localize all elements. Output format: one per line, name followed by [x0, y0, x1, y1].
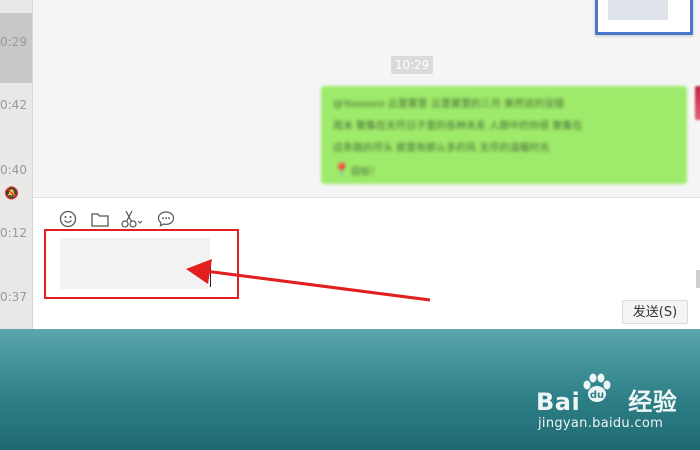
baidu-logo-text: Bai: [536, 388, 581, 416]
avatar[interactable]: [695, 86, 700, 120]
scissors-icon[interactable]: [121, 208, 143, 230]
pin-icon: 📍: [333, 163, 351, 179]
chat-time: 0:42: [0, 98, 27, 112]
chat-time: 0:37: [0, 290, 27, 304]
bubble-line: 目标！: [350, 167, 381, 178]
svg-text:du: du: [590, 390, 604, 401]
chat-list-sidebar: 0:29 0:42 0:40 🔕 0:12 0:37: [0, 0, 33, 329]
chat-bubble-icon[interactable]: [155, 208, 177, 230]
folder-icon[interactable]: [89, 208, 111, 230]
chat-time: 0:29: [0, 35, 27, 49]
image-message[interactable]: [595, 0, 693, 35]
baidu-logo-jingyan: 经验: [628, 388, 678, 416]
emoji-icon[interactable]: [57, 208, 79, 230]
mute-bell-icon: 🔕: [4, 186, 19, 200]
chat-time: 0:12: [0, 226, 27, 240]
annotation-highlight-box: [44, 229, 239, 299]
message-bubble[interactable]: @Yoooooo 云里雾里 云里雾里的三月 果然说的没错 周末 聚集在无尽日子里…: [321, 86, 687, 184]
bubble-line: 周末 聚集在无尽日子里的各种关系 人群中的你很 聚集在: [333, 121, 583, 132]
message-area: 10:29 @Yoooooo 云里雾里 云里雾里的三月 果然说的没错 周末 聚集…: [33, 0, 700, 197]
bubble-line: @Yoooooo 云里雾里 云里雾里的三月 果然说的没错: [333, 99, 565, 110]
scrollbar-handle[interactable]: [696, 270, 700, 288]
watermark-url: jingyan.baidu.com: [538, 416, 664, 431]
bubble-line: 这条路的尽头 那里有那么多的风 无尽的温暖时光: [333, 143, 550, 154]
chat-time: 0:40: [0, 163, 27, 177]
baidu-paw-icon: du: [583, 373, 611, 402]
send-button[interactable]: 发送(S): [622, 300, 688, 324]
message-time-chip: 10:29: [391, 56, 433, 74]
